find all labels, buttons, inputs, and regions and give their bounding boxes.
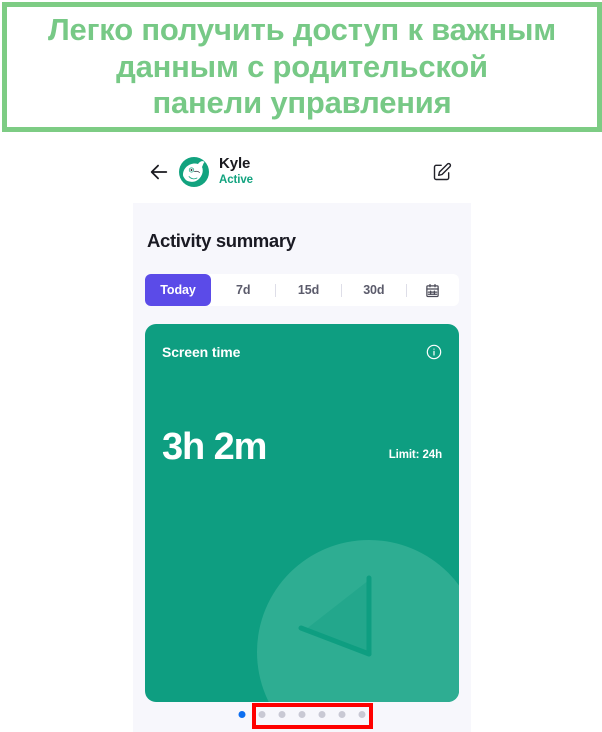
screen-time-value: 3h 2m: [162, 426, 267, 468]
info-icon: [426, 344, 441, 359]
back-arrow-icon: [150, 164, 168, 179]
back-button[interactable]: [146, 159, 172, 185]
pagination-dot-5[interactable]: [318, 711, 326, 718]
profile-status: Active: [219, 174, 253, 187]
screen-time-metric: 3h 2m Limit: 24h: [162, 428, 442, 466]
clock-decoration-icon: [257, 540, 459, 702]
edit-profile-button[interactable]: [430, 160, 454, 184]
pagination-dot-3[interactable]: [278, 711, 286, 718]
range-tab-7d[interactable]: 7d: [211, 274, 275, 306]
screen-time-card[interactable]: Screen time 3h 2m Limit: 24h: [145, 324, 459, 702]
pagination-dot-6[interactable]: [338, 711, 346, 718]
phone-screen: Kyle Active Activity summary Today 7d 15…: [133, 140, 471, 732]
pagination-dots: [238, 711, 366, 718]
pagination-dot-1[interactable]: [238, 711, 246, 718]
banner-text: Легко получить доступ к важным данным с …: [48, 12, 556, 121]
calendar-icon: [426, 283, 440, 297]
pagination-dot-2[interactable]: [258, 711, 266, 718]
pagination-dot-4[interactable]: [298, 711, 306, 718]
app-header: Kyle Active: [133, 140, 471, 203]
profile-info: Kyle Active: [219, 154, 430, 188]
pagination-dot-7[interactable]: [358, 711, 366, 718]
whale-avatar-icon: [179, 156, 209, 187]
card-header: Screen time: [145, 324, 459, 360]
info-button[interactable]: [425, 343, 442, 360]
range-tab-bar: Today 7d 15d 30d: [145, 274, 459, 306]
app-body: Activity summary Today 7d 15d 30d Screen…: [133, 203, 471, 732]
screen-time-limit: Limit: 24h: [388, 449, 442, 461]
card-title: Screen time: [162, 343, 241, 360]
avatar[interactable]: [178, 156, 210, 188]
range-tab-15d[interactable]: 15d: [276, 274, 340, 306]
range-tab-30d[interactable]: 30d: [342, 274, 406, 306]
edit-pencil-icon: [433, 162, 452, 180]
range-tab-today[interactable]: Today: [145, 274, 211, 306]
callout-banner: Легко получить доступ к важным данным с …: [2, 2, 602, 132]
range-tab-calendar[interactable]: [407, 274, 459, 306]
page-title: Activity summary: [147, 230, 296, 251]
carousel-pagination: [145, 702, 459, 732]
profile-name: Kyle: [219, 154, 251, 172]
